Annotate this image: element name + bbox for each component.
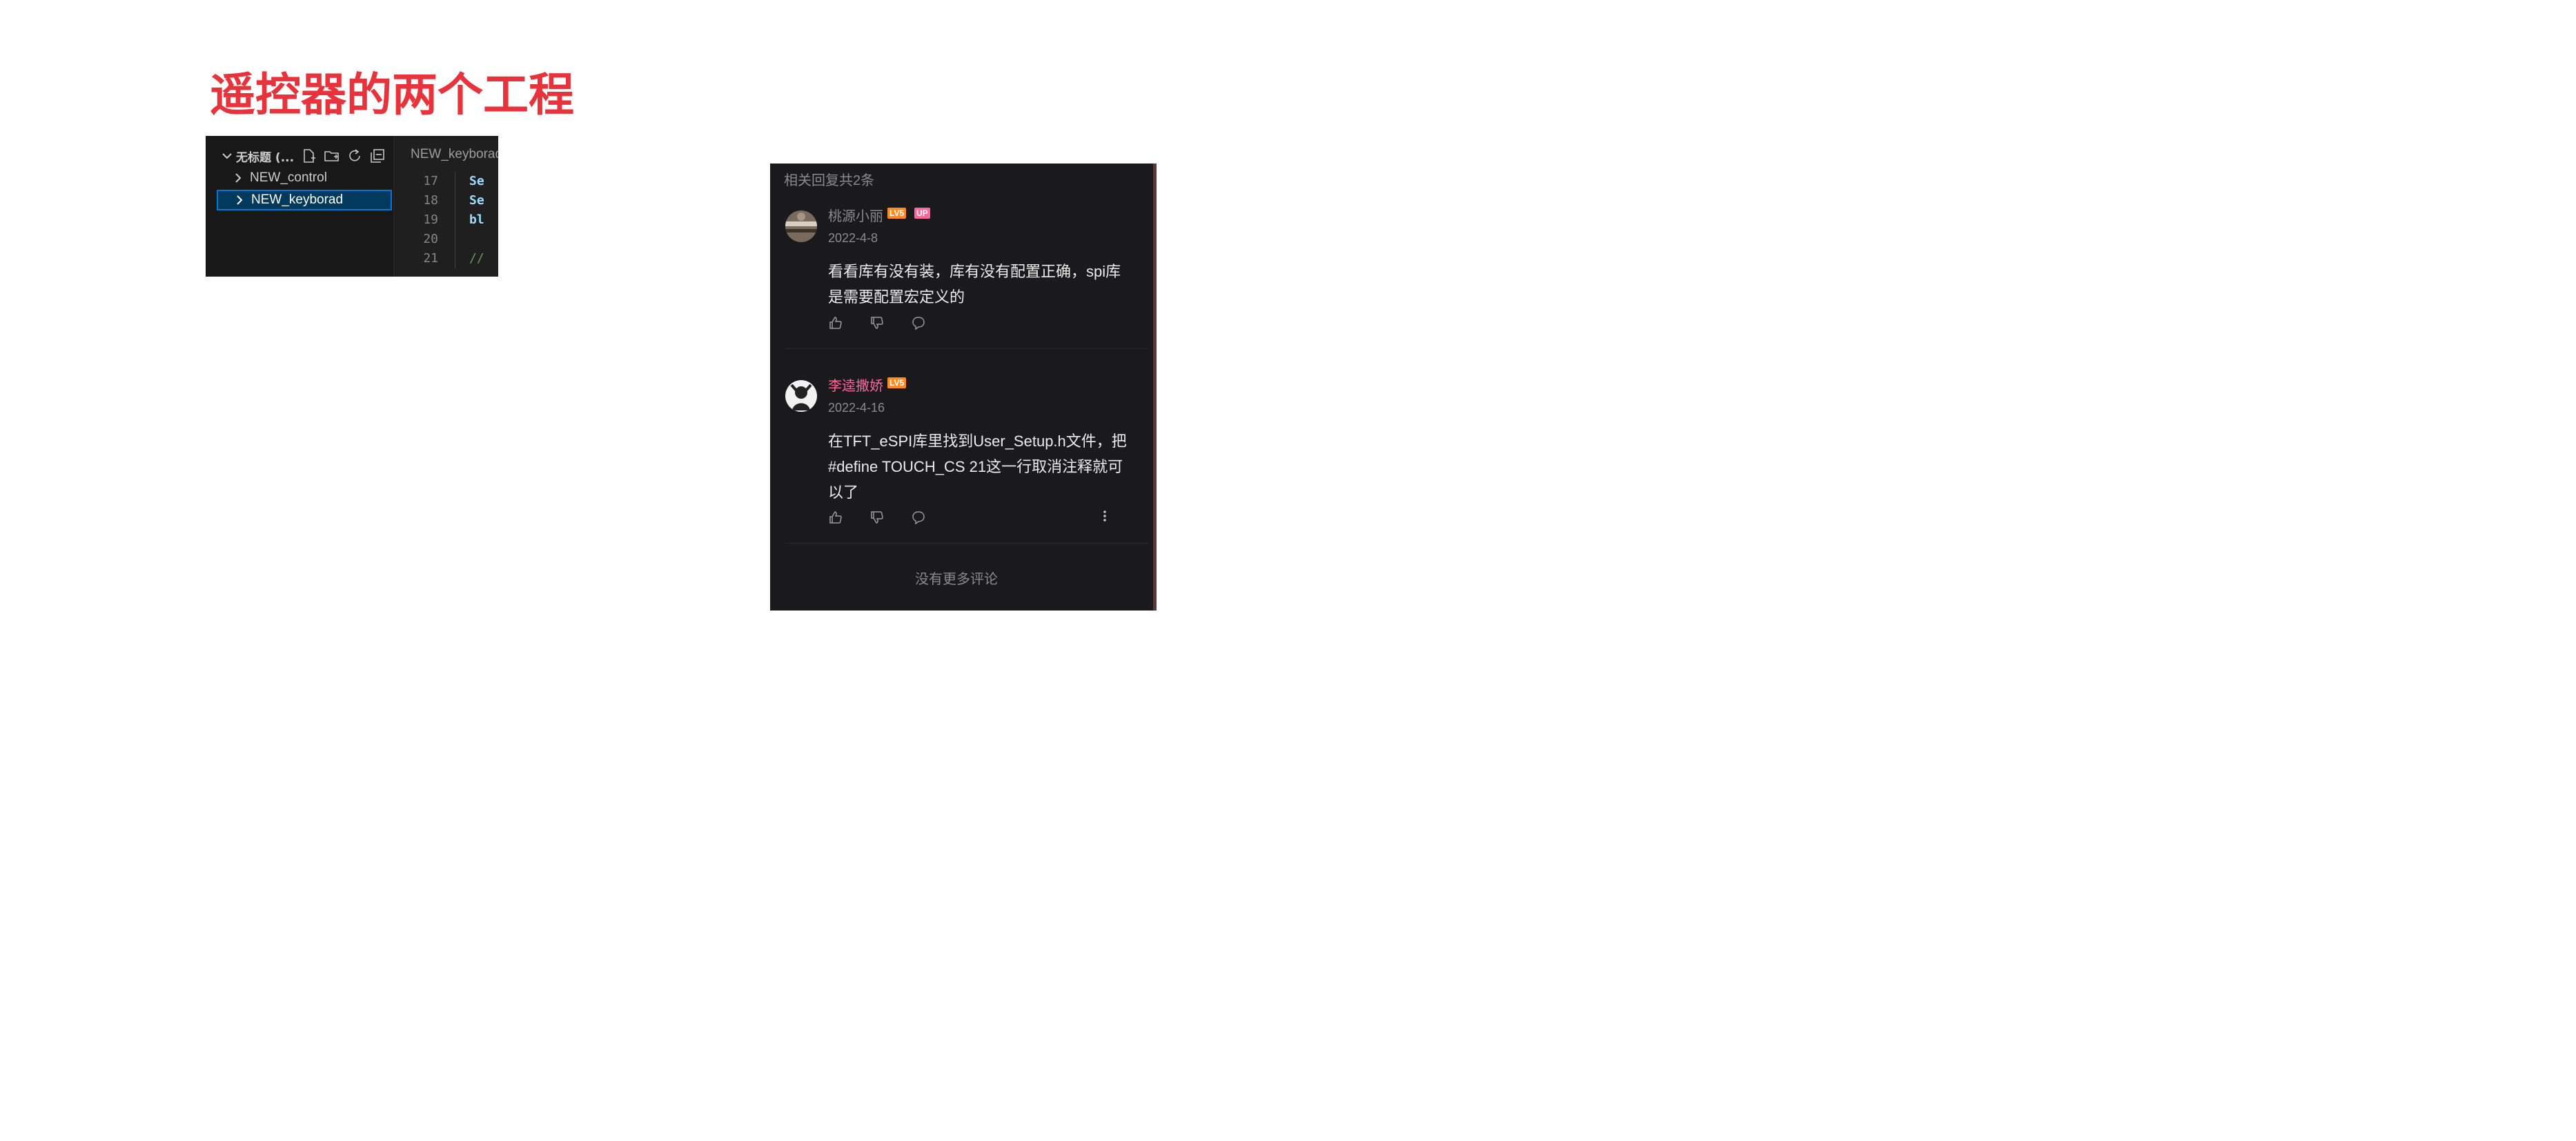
comment-actions (828, 315, 926, 330)
editor-pane[interactable]: NEW_keyborad 17 Se 18 Se 19 bl 20 21 // (393, 136, 498, 277)
comment-date: 2022-4-8 (828, 231, 878, 245)
code-line: 21 // (394, 249, 498, 268)
thumbs-down-icon[interactable] (869, 315, 885, 330)
tree-item-label: NEW_keyborad (251, 192, 344, 207)
tree-item-label: NEW_control (250, 170, 327, 185)
code-text: bl (469, 212, 484, 227)
comment-date: 2022-4-16 (828, 401, 885, 415)
collapse-all-icon[interactable] (369, 148, 386, 164)
thumbs-up-icon[interactable] (828, 510, 843, 525)
username[interactable]: 李逵撒娇 (828, 375, 883, 395)
reply-icon[interactable] (911, 510, 926, 525)
new-file-icon[interactable] (301, 148, 317, 164)
code-text: Se (469, 174, 484, 188)
comment-actions (828, 510, 926, 525)
comment-divider (785, 348, 1148, 349)
explorer-panel: 无标题 (... NEW_control NEW_keyborad (206, 136, 393, 277)
editor-tab[interactable]: NEW_keyborad (394, 141, 498, 168)
line-number: 18 (423, 193, 438, 208)
workspace-title: 无标题 (... (236, 150, 295, 165)
vscode-window: 无标题 (... NEW_control NEW_keyborad NEW_ke… (206, 136, 498, 277)
line-number: 19 (423, 212, 438, 227)
comments-panel: 相关回复共2条 桃源小丽 LV5 UP 2022-4-8 看看库有没有装，库有没… (770, 163, 1157, 611)
chevron-right-icon (235, 173, 242, 183)
page-title: 遥控器的两个工程 (210, 68, 574, 121)
reply-count: 相关回复共2条 (784, 173, 875, 188)
chevron-right-icon (237, 195, 243, 205)
up-badge: UP (914, 208, 930, 219)
avatar[interactable] (785, 210, 817, 242)
reply-icon[interactable] (911, 315, 926, 330)
avatar[interactable] (785, 380, 817, 412)
chevron-down-icon[interactable] (219, 148, 235, 163)
thumbs-down-icon[interactable] (869, 510, 885, 525)
comment-text: 看看库有没有装，库有没有配置正确，spi库是需要配置宏定义的 (828, 263, 1121, 306)
no-more-comments: 没有更多评论 (915, 572, 998, 587)
new-folder-icon[interactable] (324, 148, 340, 164)
code-line: 19 bl (394, 210, 498, 230)
line-number: 21 (423, 251, 438, 266)
code-line: 17 Se (394, 172, 498, 191)
tree-item-new-keyborad[interactable]: NEW_keyborad (217, 190, 392, 210)
code-line: 18 Se (394, 191, 498, 210)
more-options-icon[interactable] (1097, 508, 1112, 524)
line-number: 17 (423, 174, 438, 188)
comment-text: 在TFT_eSPI库里找到User_Setup.h文件，把#define TOU… (828, 433, 1127, 501)
line-number: 20 (423, 232, 438, 246)
panel-edge (1153, 163, 1157, 611)
workspace-header[interactable]: 无标题 (... (219, 146, 386, 166)
thumbs-up-icon[interactable] (828, 315, 843, 330)
code-line: 20 (394, 230, 498, 249)
tree-item-new-control[interactable]: NEW_control (217, 168, 392, 188)
refresh-icon[interactable] (346, 148, 363, 164)
code-text: Se (469, 193, 484, 208)
code-text: // (469, 251, 484, 266)
username[interactable]: 桃源小丽 (828, 205, 883, 225)
comment-divider (785, 543, 1148, 544)
level-badge: LV5 (887, 208, 907, 219)
level-badge: LV5 (887, 377, 907, 388)
